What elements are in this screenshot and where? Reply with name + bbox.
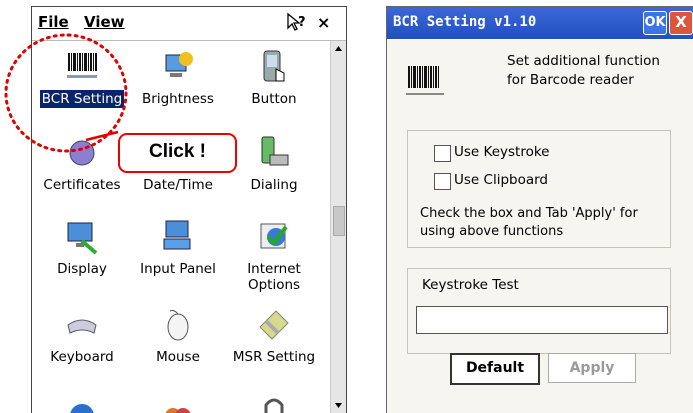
item-label: Display xyxy=(57,261,107,277)
msr-setting-icon xyxy=(256,307,292,343)
options-group: Use Keystroke Use Clipboard Check the bo… xyxy=(407,130,671,248)
use-clipboard-label: Use Clipboard xyxy=(454,172,548,188)
use-clipboard-checkbox[interactable] xyxy=(434,173,451,190)
item-label: Certificates xyxy=(43,177,121,193)
use-keystroke-label: Use Keystroke xyxy=(454,144,550,160)
item-msr-setting[interactable]: MSR Setting xyxy=(226,307,322,377)
item-label: Internet Options xyxy=(247,261,301,293)
button-icon xyxy=(256,49,292,85)
item-label: Mouse xyxy=(156,349,200,365)
dialing-icon xyxy=(256,135,292,171)
title-bar: BCR Setting v1.10 OK X xyxy=(387,7,693,39)
item-label: Dialing xyxy=(250,177,298,193)
display-icon xyxy=(64,219,100,255)
keyboard-icon xyxy=(64,307,100,343)
bcr-setting-dialog: BCR Setting v1.10 OK X Set additional fu… xyxy=(386,6,693,413)
item-internet-options[interactable]: Internet Options xyxy=(226,219,322,293)
item-label: Input Panel xyxy=(140,261,216,277)
item-dialing[interactable]: Dialing xyxy=(226,135,322,205)
item-input-panel[interactable]: Input Panel xyxy=(130,219,226,289)
close-button[interactable]: X xyxy=(669,11,693,35)
svg-text:?: ? xyxy=(298,15,306,30)
scroll-thumb[interactable] xyxy=(333,206,345,236)
dialog-title: BCR Setting v1.10 xyxy=(393,14,537,30)
close-button[interactable]: × xyxy=(317,13,330,32)
apply-button[interactable]: Apply xyxy=(548,353,636,383)
barcode-icon xyxy=(404,64,448,102)
dialog-description: Set additional function for Barcode read… xyxy=(507,53,660,88)
internet-options-icon xyxy=(256,219,292,255)
keystroke-test-label: Keystroke Test xyxy=(422,277,519,293)
item-button[interactable]: Button xyxy=(226,49,322,119)
mouse-icon xyxy=(160,307,196,343)
item-label: MSR Setting xyxy=(232,349,316,365)
highlight-circle xyxy=(4,33,128,153)
input-panel-icon xyxy=(160,219,196,255)
default-button[interactable]: Default xyxy=(450,353,540,385)
item-label: Button xyxy=(251,91,297,107)
instruction-note: Check the box and Tab 'Apply' for using … xyxy=(420,206,638,239)
keystroke-test-group: Keystroke Test xyxy=(407,268,671,354)
item-label: Keyboard xyxy=(50,349,114,365)
keystroke-test-input[interactable] xyxy=(416,306,668,334)
scroll-down-arrow-icon[interactable] xyxy=(331,398,346,413)
item-keyboard[interactable]: Keyboard xyxy=(34,307,130,377)
item-mouse[interactable]: Mouse xyxy=(130,307,226,377)
scrollbar[interactable] xyxy=(330,41,346,413)
help-icon[interactable]: ? xyxy=(286,12,308,36)
dialog-body: Set additional function for Barcode read… xyxy=(387,40,693,413)
scroll-up-arrow-icon[interactable] xyxy=(331,41,346,56)
item-display[interactable]: Display xyxy=(34,219,130,289)
people-icon xyxy=(160,401,196,413)
globe-icon xyxy=(64,399,100,413)
use-keystroke-checkbox[interactable] xyxy=(434,145,451,162)
lock-icon xyxy=(256,397,292,413)
ok-button[interactable]: OK xyxy=(643,11,667,35)
item-label: Date/Time xyxy=(143,177,213,193)
